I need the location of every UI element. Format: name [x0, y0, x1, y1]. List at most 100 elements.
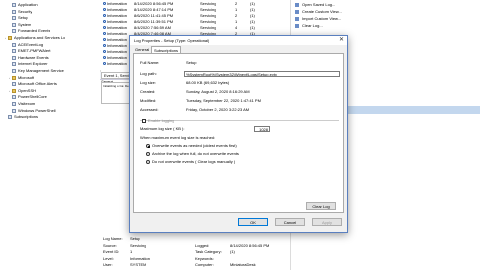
cell-level: Information	[103, 61, 127, 67]
radio-archive-dot[interactable]	[146, 152, 150, 156]
expand-arrow-icon[interactable]: ›	[8, 89, 11, 93]
cell-text: Information	[107, 55, 128, 60]
log-icon	[12, 42, 16, 47]
action-item[interactable]: Clear Log...	[295, 23, 323, 29]
tree-item[interactable]: Microsoft Office Alerts	[8, 81, 57, 87]
cell-text: 8/14/2020 8:56:45 PM	[134, 1, 174, 6]
action-item[interactable]: Import Custom View...	[295, 16, 341, 22]
created-label: Created:	[140, 89, 156, 94]
navigation-tree: Application Security Setup System Forwarded …	[0, 0, 101, 120]
log-icon	[12, 29, 16, 34]
info-icon	[103, 62, 106, 66]
cell-text: Information	[107, 61, 128, 66]
cell-text: Servicing	[200, 7, 217, 12]
tree-item-label: Subscriptions	[14, 114, 39, 120]
log-size-value: 68.00 KB (69,632 bytes)	[186, 80, 230, 85]
clear-log-button[interactable]: Clear Log	[306, 202, 336, 210]
radio-overwrite-dot[interactable]	[146, 144, 150, 148]
radio-archive[interactable]: Archive the log when full, do not overwr…	[146, 151, 239, 157]
detail-key: Log Name:	[103, 236, 123, 241]
expand-arrow-icon[interactable]: ›	[8, 76, 11, 80]
detail-key: Computer:	[195, 262, 214, 267]
tree-item[interactable]: System	[8, 22, 31, 28]
tree-item-label: PowerShellCore	[18, 94, 47, 100]
tree-item[interactable]: Windows PowerShell	[8, 108, 56, 114]
tree-item[interactable]: › OpenSSH	[8, 88, 36, 94]
tree-item[interactable]: Subscriptions	[4, 114, 38, 120]
tree-item[interactable]: Internet Explorer	[8, 61, 48, 67]
radio-overwrite-label: Overwrite events as needed (oldest event…	[152, 143, 237, 148]
close-icon[interactable]: ✕	[339, 37, 344, 44]
full-name-label: Full Name:	[140, 60, 160, 65]
log-size-label: Log size:	[140, 80, 157, 85]
tree-item-label: Internet Explorer	[18, 61, 48, 67]
ok-button[interactable]: OK	[238, 218, 268, 226]
log-path-label: Log path:	[140, 71, 157, 76]
tree-item[interactable]: Security	[8, 9, 32, 15]
enable-logging-checkbox[interactable]	[142, 119, 146, 123]
tree-item[interactable]: Visitexom	[8, 101, 35, 107]
info-icon	[103, 50, 106, 54]
tree-item-label: Microsoft Office Alerts	[18, 81, 57, 87]
detail-key: Keywords:	[195, 255, 214, 261]
log-icon	[12, 9, 16, 14]
dialog-title: Log Properties - Setup (Type: Operationa…	[134, 37, 210, 43]
tree-item[interactable]: Hardware Events	[8, 55, 49, 61]
folder-icon	[12, 88, 16, 93]
tree-item[interactable]: PowerShellCore	[8, 94, 47, 100]
tree-item-label: Visitexom	[18, 101, 36, 106]
modified-label: Modified:	[140, 98, 157, 103]
cancel-button[interactable]: Cancel	[275, 218, 305, 226]
full-name-value: Setup	[186, 60, 197, 65]
tab-general[interactable]: General	[133, 46, 151, 53]
radio-no-overwrite[interactable]: Do not overwrite events ( Clear logs man…	[146, 159, 235, 165]
log-properties-dialog: Log Properties - Setup (Type: Operationa…	[129, 35, 348, 233]
action-icon	[295, 24, 299, 28]
tree-item-label: Forwarded Events	[18, 28, 51, 34]
radio-no-overwrite-dot[interactable]	[146, 160, 150, 164]
max-size-spinner[interactable]: 1028	[254, 126, 270, 132]
cell-text: Information	[107, 1, 128, 6]
tree-item-label: Microsoft	[18, 74, 35, 80]
cell-text: Servicing	[200, 19, 217, 24]
tree-item[interactable]: ACEEventLog	[8, 42, 43, 48]
cell-text: Information	[107, 37, 128, 42]
cell-text: Information	[107, 43, 128, 48]
detail-row: Event ID: 1 Task Category: (1)	[100, 249, 290, 255]
expand-arrow-icon[interactable]: ›	[4, 36, 7, 40]
tree-item-label: OpenSSH	[18, 87, 37, 93]
detail-key: Event ID:	[103, 249, 120, 254]
log-icon	[12, 16, 16, 21]
info-icon	[103, 14, 106, 18]
radio-overwrite[interactable]: Overwrite events as needed (oldest event…	[146, 143, 237, 149]
tree-item-label: Key Management Service	[18, 68, 64, 73]
cell-text: (1)	[250, 13, 255, 18]
action-item[interactable]: Open Saved Log...	[295, 2, 335, 8]
tree-item-label: Setup	[18, 15, 29, 21]
detail-value: Information	[130, 255, 151, 261]
dialog-titlebar: Log Properties - Setup (Type: Operationa…	[130, 36, 347, 45]
info-icon	[103, 32, 106, 36]
detail-row: Log Name: Setup	[100, 236, 290, 242]
log-path-field[interactable]: %SystemRoot%\System32\Winevt\Logs\Setup.…	[184, 71, 340, 77]
action-label: Import Custom View...	[302, 16, 342, 21]
accessed-label: Accessed:	[140, 107, 159, 112]
tree-item[interactable]: Key Management Service	[8, 68, 64, 74]
action-icon	[295, 3, 299, 7]
tree-item[interactable]: EMET-PMFWAlert	[8, 48, 51, 54]
general-tab-body: Full Name: Setup Log path: %SystemRoot%\…	[133, 53, 344, 213]
tree-item[interactable]: › Applications and Services Lo	[4, 35, 65, 41]
tree-item[interactable]: Forwarded Events	[8, 28, 50, 34]
tree-item[interactable]: › Microsoft	[8, 75, 34, 81]
event-details: Log Name: Setup Source: Servicing Logged: 8/1…	[100, 236, 290, 270]
apply-button[interactable]: Apply	[312, 218, 342, 226]
tree-item[interactable]: Setup	[8, 15, 28, 21]
info-icon	[103, 26, 106, 30]
cell-text: 1	[235, 19, 238, 24]
cell-text: 8/4/2020 7:56:59 AM	[134, 25, 171, 30]
tree-item[interactable]: Application	[8, 2, 38, 8]
log-icon	[12, 3, 16, 7]
log-icon	[12, 55, 16, 60]
action-item[interactable]: Create Custom View...	[295, 9, 342, 15]
detail-row: Level: Information Keywords:	[100, 256, 290, 262]
